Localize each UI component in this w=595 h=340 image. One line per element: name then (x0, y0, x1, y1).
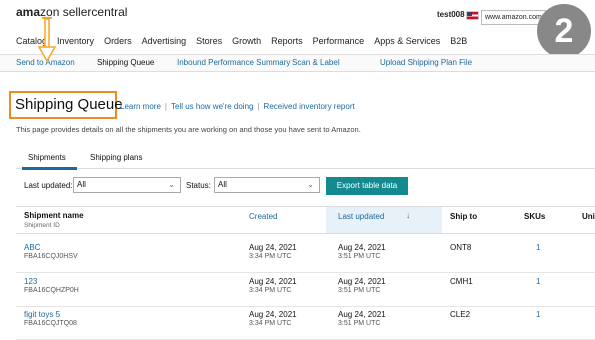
col-created[interactable]: Created (249, 212, 277, 221)
col-units[interactable]: Unit (582, 212, 595, 221)
nav-apps-services[interactable]: Apps & Services (374, 36, 440, 46)
top-bar: amazon sellercentral test008 www.amazon.… (0, 0, 595, 25)
nav-stores[interactable]: Stores (196, 36, 222, 46)
nav-orders[interactable]: Orders (104, 36, 132, 46)
feedback-link[interactable]: Tell us how we're doing (171, 102, 253, 111)
nav-reports[interactable]: Reports (271, 36, 303, 46)
subnav-upload-plan[interactable]: Upload Shipping Plan File (380, 58, 472, 67)
page-description: This page provides details on all the sh… (16, 125, 361, 134)
status-label: Status: (186, 181, 211, 190)
nav-inventory[interactable]: Inventory (57, 36, 94, 46)
subnav-scan-label[interactable]: Scan & Label (292, 58, 340, 67)
export-table-button[interactable]: Export table data (326, 177, 408, 195)
ship-to-cell: ONT8 (450, 243, 472, 252)
subnav-shipping-queue[interactable]: Shipping Queue (97, 58, 154, 67)
table-header: Shipment name Shipment ID Created Last up… (16, 206, 595, 234)
last-updated-select[interactable]: All ⌄ (73, 177, 181, 193)
sort-arrow-down-icon: ↓ (406, 211, 410, 220)
table-row: figit toys 5 FBA16CQJTQ08 Aug 24, 2021 3:3… (16, 305, 595, 340)
nav-performance[interactable]: Performance (313, 36, 365, 46)
table-row: ABC FBA16CQJ0HSV Aug 24, 2021 3:34 PM UTC … (16, 238, 595, 273)
learn-more-link[interactable]: Learn more (120, 102, 161, 111)
subnav-inbound-performance[interactable]: Inbound Performance Summary (177, 58, 290, 67)
tab-divider (16, 168, 595, 169)
sub-nav: Send to Amazon Shipping Queue Inbound Pe… (0, 54, 595, 72)
updated-cell: Aug 24, 2021 3:51 PM UTC (338, 310, 386, 327)
step-badge: 2 (537, 4, 591, 58)
skus-link[interactable]: 1 (536, 310, 540, 319)
col-shipment-name[interactable]: Shipment name Shipment ID (24, 211, 84, 229)
status-select[interactable]: All ⌄ (214, 177, 320, 193)
marketplace-select[interactable]: www.amazon.com (481, 10, 546, 25)
shipment-id: FBA16CQHZP0H (24, 287, 79, 294)
us-flag-icon[interactable] (466, 11, 479, 20)
received-inventory-link[interactable]: Received inventory report (264, 102, 355, 111)
nav-b2b[interactable]: B2B (450, 36, 467, 46)
title-links: Learn more | Tell us how we're doing | Recei… (120, 102, 355, 111)
created-cell: Aug 24, 2021 3:34 PM UTC (249, 277, 297, 294)
chevron-down-icon: ⌄ (168, 180, 175, 189)
skus-link[interactable]: 1 (536, 243, 540, 252)
page-title: Shipping Queue (15, 96, 123, 113)
skus-link[interactable]: 1 (536, 277, 540, 286)
table-row: 123 FBA16CQHZP0H Aug 24, 2021 3:34 PM UTC … (16, 272, 595, 307)
tab-shipments[interactable]: Shipments (28, 153, 66, 162)
user-name[interactable]: test008 (437, 10, 465, 19)
seller-central-logo[interactable]: amazon sellercentral (16, 5, 127, 19)
shipment-id: FBA16CQJTQ08 (24, 320, 77, 327)
created-cell: Aug 24, 2021 3:34 PM UTC (249, 243, 297, 260)
created-cell: Aug 24, 2021 3:34 PM UTC (249, 310, 297, 327)
updated-cell: Aug 24, 2021 3:51 PM UTC (338, 277, 386, 294)
col-ship-to[interactable]: Ship to (450, 212, 477, 221)
active-tab-indicator (22, 167, 77, 170)
col-last-updated[interactable]: Last updated ↓ (326, 207, 442, 233)
last-updated-label: Last updated: (24, 181, 73, 190)
col-skus[interactable]: SKUs (524, 212, 545, 221)
chevron-down-icon: ⌄ (307, 180, 314, 189)
updated-cell: Aug 24, 2021 3:51 PM UTC (338, 243, 386, 260)
main-nav: Catalog Inventory Orders Advertising Stores G… (16, 36, 477, 46)
nav-advertising[interactable]: Advertising (142, 36, 187, 46)
ship-to-cell: CLE2 (450, 310, 471, 319)
down-arrow-icon (38, 17, 56, 63)
shipment-name-link[interactable]: ABC (24, 243, 40, 252)
shipment-id: FBA16CQJ0HSV (24, 253, 78, 260)
shipment-name-link[interactable]: 123 (24, 277, 37, 286)
nav-growth[interactable]: Growth (232, 36, 261, 46)
tab-shipping-plans[interactable]: Shipping plans (90, 153, 142, 162)
shipment-name-link[interactable]: figit toys 5 (24, 310, 60, 319)
ship-to-cell: CMH1 (450, 277, 473, 286)
